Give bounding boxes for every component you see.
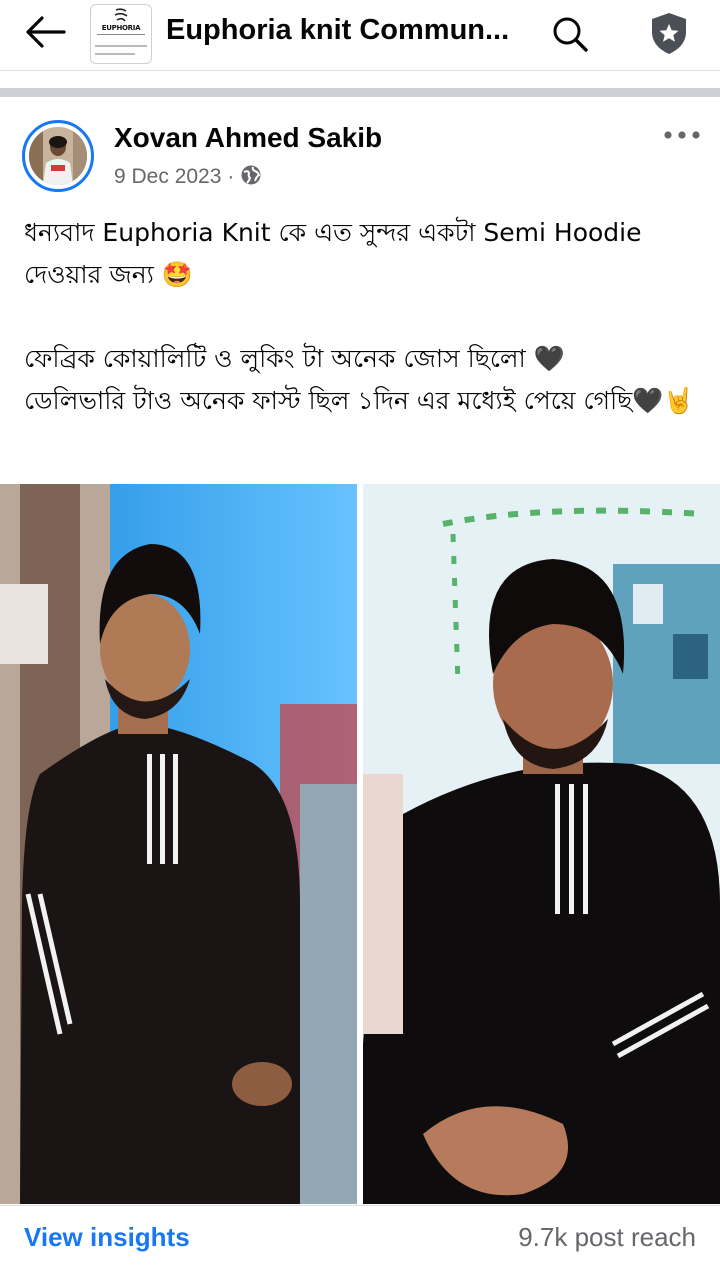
group-avatar[interactable]: EUPHORIA [90, 4, 152, 64]
group-logo-word: EUPHORIA [101, 24, 141, 32]
back-button[interactable] [20, 10, 70, 56]
author-avatar[interactable] [22, 120, 94, 192]
photo-man-sitting [363, 484, 720, 1204]
top-app-bar: EUPHORIA Euphoria knit Commun... [0, 0, 720, 71]
more-dots-icon [664, 131, 700, 139]
view-insights-link[interactable]: View insights [24, 1222, 190, 1253]
post-body: ধন্যবাদ Euphoria Knit কে এত সুন্দর একটা … [24, 212, 704, 422]
author-name[interactable]: Xovan Ahmed Sakib [114, 122, 382, 154]
meta-separator: · [227, 165, 235, 188]
post-reach-text: 9.7k post reach [518, 1222, 696, 1252]
back-arrow-icon [26, 16, 66, 48]
logo-detail-line [95, 45, 147, 47]
post-photo-1[interactable] [0, 484, 357, 1204]
search-button[interactable] [548, 12, 592, 56]
post-meta: 9 Dec 2023 · [114, 164, 262, 189]
logo-tagline [97, 34, 145, 35]
globe-icon [241, 165, 261, 185]
search-icon [553, 17, 588, 52]
post-paragraph: ধন্যবাদ Euphoria Knit কে এত সুন্দর একটা … [24, 218, 642, 289]
shield-star-icon [652, 13, 686, 54]
post-photo-2[interactable] [363, 484, 720, 1204]
post-paragraph: ফেব্রিক কোয়ালিটি ও লুকিং টা অনেক জোস ছি… [24, 344, 695, 415]
admin-shield-button[interactable] [646, 10, 692, 56]
photo-man-standing [0, 484, 357, 1204]
euphoria-logo-icon [114, 8, 128, 22]
logo-detail-line [95, 53, 135, 55]
footer-divider [0, 1205, 720, 1206]
post-date[interactable]: 9 Dec 2023 [114, 165, 221, 188]
group-title[interactable]: Euphoria knit Commun... [166, 14, 509, 47]
section-divider [0, 88, 720, 97]
post-options-button[interactable] [660, 122, 704, 148]
author-avatar-image [29, 127, 87, 185]
